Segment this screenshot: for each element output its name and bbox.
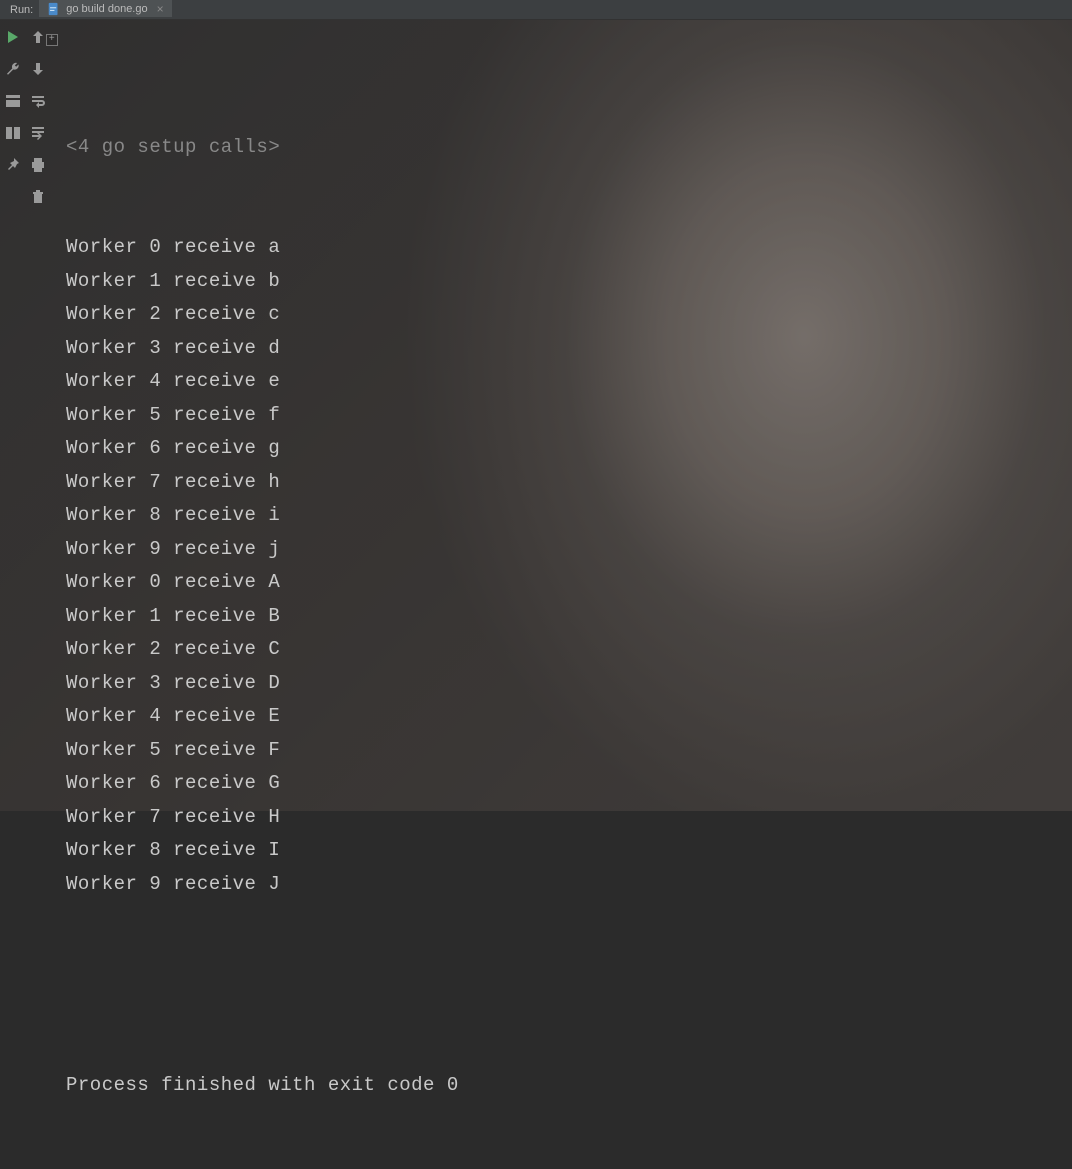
output-line: Worker 7 receive h: [54, 466, 1072, 500]
fold-expand-button[interactable]: +: [46, 34, 58, 46]
output-line: Worker 0 receive A: [54, 566, 1072, 600]
output-line: Worker 3 receive D: [54, 667, 1072, 701]
run-header: Run: go build done.go ×: [0, 0, 1072, 20]
output-line: Worker 6 receive g: [54, 432, 1072, 466]
output-line: Worker 7 receive H: [54, 801, 1072, 835]
pin-icon[interactable]: [4, 156, 22, 174]
output-line: Worker 9 receive J: [54, 868, 1072, 902]
output-line: Worker 4 receive E: [54, 700, 1072, 734]
folded-setup-line: <4 go setup calls>: [54, 131, 1072, 165]
go-file-icon: [47, 2, 61, 16]
output-line: Worker 8 receive I: [54, 834, 1072, 868]
output-line: Worker 2 receive c: [54, 298, 1072, 332]
run-tab[interactable]: go build done.go ×: [39, 0, 171, 19]
output-line: Worker 3 receive d: [54, 332, 1072, 366]
up-arrow-icon[interactable]: [29, 28, 47, 46]
soft-wrap-icon[interactable]: [29, 92, 47, 110]
rerun-button[interactable]: [4, 28, 22, 46]
blank-line: [54, 968, 1072, 1002]
close-icon[interactable]: ×: [157, 2, 164, 16]
scroll-to-end-icon[interactable]: [29, 124, 47, 142]
output-line: Worker 4 receive e: [54, 365, 1072, 399]
toolbar-column-2: [25, 20, 50, 811]
console-output[interactable]: + <4 go setup calls> Worker 0 receive aW…: [50, 20, 1072, 811]
output-line: Worker 2 receive C: [54, 633, 1072, 667]
main-area: + <4 go setup calls> Worker 0 receive aW…: [0, 20, 1072, 811]
output-line: Worker 1 receive B: [54, 600, 1072, 634]
output-line: Worker 6 receive G: [54, 767, 1072, 801]
output-line: Worker 0 receive a: [54, 231, 1072, 265]
toolbar-column-1: [0, 20, 25, 811]
layout-icon[interactable]: [4, 92, 22, 110]
output-line: Worker 5 receive F: [54, 734, 1072, 768]
output-line: Worker 8 receive i: [54, 499, 1072, 533]
down-arrow-icon[interactable]: [29, 60, 47, 78]
exit-line: Process finished with exit code 0: [54, 1069, 1072, 1103]
run-label: Run:: [4, 4, 39, 16]
split-icon[interactable]: [4, 124, 22, 142]
trash-icon[interactable]: [29, 188, 47, 206]
tab-title: go build done.go: [66, 3, 147, 15]
output-line: Worker 1 receive b: [54, 265, 1072, 299]
wrench-icon[interactable]: [4, 60, 22, 78]
print-icon[interactable]: [29, 156, 47, 174]
output-line: Worker 5 receive f: [54, 399, 1072, 433]
output-line: Worker 9 receive j: [54, 533, 1072, 567]
